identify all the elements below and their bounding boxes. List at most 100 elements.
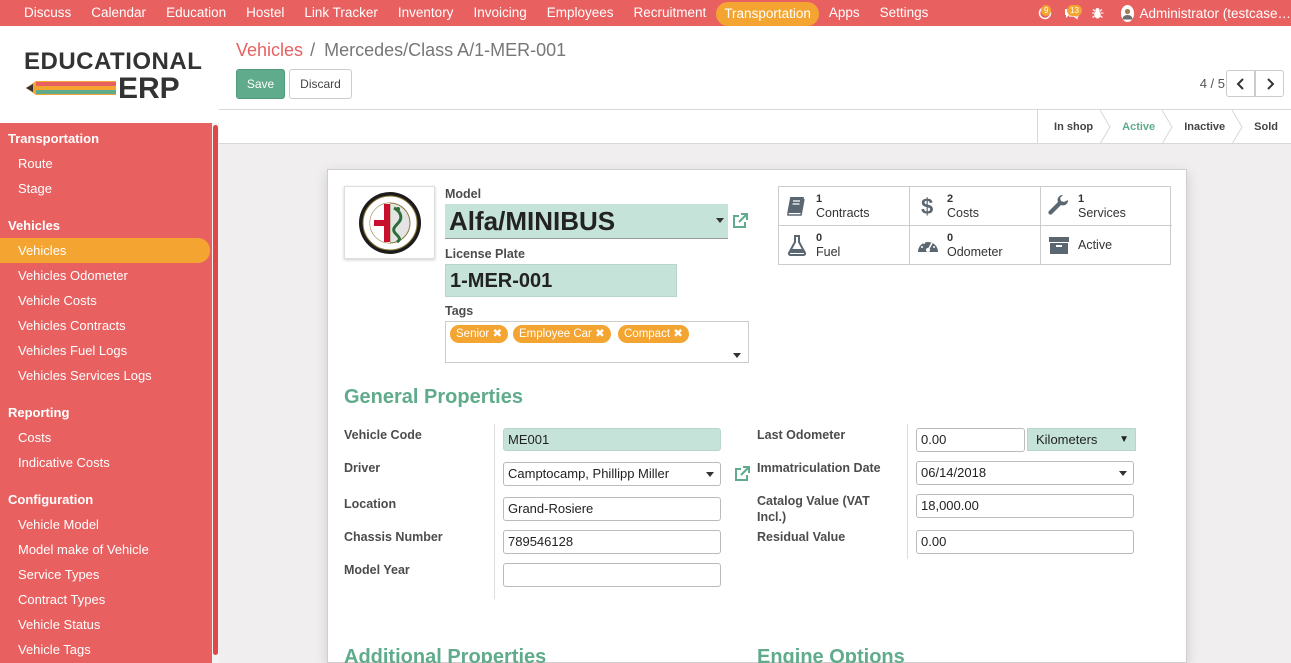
engine-options-title: Engine Options bbox=[757, 646, 905, 663]
archive-icon bbox=[1047, 233, 1071, 257]
tag-compact-label: Compact bbox=[624, 328, 671, 340]
sidebar-item-vehicles[interactable]: Vehicles bbox=[0, 238, 210, 263]
vehicle-image[interactable] bbox=[344, 186, 435, 259]
pager-next-button[interactable] bbox=[1255, 70, 1284, 97]
stage-active-label: Active bbox=[1122, 121, 1156, 133]
stage-in-shop[interactable]: In shop bbox=[1038, 110, 1111, 144]
services-button[interactable]: 1 Services bbox=[1041, 187, 1172, 226]
sidebar-item-stage[interactable]: Stage bbox=[0, 176, 212, 201]
sidebar-item-costs[interactable]: Costs bbox=[0, 425, 212, 450]
stage-sold-label: Sold bbox=[1254, 121, 1278, 133]
menu-settings[interactable]: Settings bbox=[870, 0, 939, 26]
menu-discuss[interactable]: Discuss bbox=[14, 0, 81, 26]
menu-link-tracker[interactable]: Link Tracker bbox=[294, 0, 388, 26]
menu-employees[interactable]: Employees bbox=[537, 0, 624, 26]
sidebar-item-route[interactable]: Route bbox=[0, 151, 212, 176]
external-link-icon bbox=[735, 466, 750, 481]
sidebar-item-vehicles-contracts[interactable]: Vehicles Contracts bbox=[0, 313, 212, 338]
logo[interactable]: EDUCATIONAL ERP bbox=[0, 26, 219, 123]
menu-apps[interactable]: Apps bbox=[819, 0, 870, 26]
activity-menu[interactable]: 9 bbox=[1033, 0, 1057, 26]
catalog-value-field[interactable]: 18,000.00 bbox=[916, 494, 1134, 518]
tag-employee-car[interactable]: Employee Car ✖ bbox=[513, 325, 611, 343]
menu-recruitment[interactable]: Recruitment bbox=[624, 0, 717, 26]
menu-invoicing[interactable]: Invoicing bbox=[463, 0, 536, 26]
discard-button[interactable]: Discard bbox=[289, 69, 352, 99]
driver-field[interactable]: Camptocamp, Phillipp Miller bbox=[503, 462, 721, 486]
sidebar-item-vehicle-tags[interactable]: Vehicle Tags bbox=[0, 637, 212, 662]
model-external-link[interactable] bbox=[730, 211, 750, 231]
contracts-label: Contracts bbox=[816, 206, 870, 220]
breadcrumb-vehicles[interactable]: Vehicles bbox=[236, 40, 303, 60]
residual-value-field[interactable]: 0.00 bbox=[916, 530, 1134, 554]
catalog-value-label-line2: Incl.) bbox=[757, 510, 787, 524]
driver-external-link[interactable] bbox=[732, 464, 752, 484]
close-icon[interactable]: ✖ bbox=[673, 328, 683, 340]
debug-menu[interactable] bbox=[1085, 0, 1109, 26]
tags-field[interactable]: Senior ✖ Employee Car ✖ Compact ✖ bbox=[445, 321, 749, 363]
menu-education[interactable]: Education bbox=[156, 0, 236, 26]
logo-line2: ERP bbox=[118, 72, 180, 105]
vehicle-code-field[interactable]: ME001 bbox=[503, 428, 721, 451]
contracts-button[interactable]: 1 Contracts bbox=[779, 187, 910, 226]
costs-button[interactable]: $ 2 Costs bbox=[910, 187, 1041, 226]
sidebar-item-service-types[interactable]: Service Types bbox=[0, 562, 212, 587]
save-button[interactable]: Save bbox=[236, 69, 285, 99]
chassis-number-field[interactable]: 789546128 bbox=[503, 530, 721, 554]
license-plate-label: License Plate bbox=[445, 247, 525, 261]
stage-in-shop-label: In shop bbox=[1054, 121, 1094, 133]
active-toggle-button[interactable]: Active bbox=[1041, 226, 1172, 265]
sidebar-scrollbar[interactable] bbox=[212, 123, 219, 663]
license-plate-field[interactable]: 1-MER-001 bbox=[445, 264, 677, 297]
logo-line1: EDUCATIONAL bbox=[24, 48, 202, 75]
sidebar-item-vehicles-odometer[interactable]: Vehicles Odometer bbox=[0, 263, 212, 288]
sidebar: Transportation Route Stage Vehicles Vehi… bbox=[0, 123, 219, 663]
messages-menu[interactable]: 13 bbox=[1059, 0, 1083, 26]
sidebar-item-vehicles-fuel-logs[interactable]: Vehicles Fuel Logs bbox=[0, 338, 212, 363]
pager-value[interactable]: 4 / 5 bbox=[1200, 76, 1225, 91]
immatriculation-date-field[interactable]: 06/14/2018 bbox=[916, 461, 1134, 485]
costs-label: Costs bbox=[947, 206, 979, 220]
tag-compact[interactable]: Compact ✖ bbox=[618, 325, 689, 343]
pager-previous-button[interactable] bbox=[1226, 70, 1255, 97]
user-menu[interactable]: Administrator (testcase… bbox=[1121, 4, 1291, 22]
last-odometer-field[interactable]: 0.00 bbox=[916, 428, 1025, 452]
close-icon[interactable]: ✖ bbox=[595, 328, 605, 340]
sidebar-item-model-make[interactable]: Model make of Vehicle bbox=[0, 537, 212, 562]
costs-count: 2 bbox=[947, 193, 954, 205]
sidebar-item-vehicle-model[interactable]: Vehicle Model bbox=[0, 512, 212, 537]
menu-calendar[interactable]: Calendar bbox=[81, 0, 156, 26]
stage-sold[interactable]: Sold bbox=[1238, 110, 1291, 144]
stage-inactive[interactable]: Inactive bbox=[1168, 110, 1243, 144]
chassis-number-label: Chassis Number bbox=[344, 530, 443, 544]
immatriculation-date-label: Immatriculation Date bbox=[757, 461, 881, 475]
menu-hostel[interactable]: Hostel bbox=[236, 0, 294, 26]
catalog-value-label: Catalog Value (VAT Incl.) bbox=[757, 493, 870, 525]
stage-active[interactable]: Active bbox=[1106, 110, 1173, 144]
flask-icon bbox=[785, 233, 809, 257]
odometer-unit-select[interactable]: Kilometers ▼ bbox=[1027, 428, 1136, 451]
sidebar-item-vehicle-status[interactable]: Vehicle Status bbox=[0, 612, 212, 637]
sidebar-item-contract-types[interactable]: Contract Types bbox=[0, 587, 212, 612]
close-icon[interactable]: ✖ bbox=[492, 328, 502, 340]
sidebar-item-indicative-costs[interactable]: Indicative Costs bbox=[0, 450, 212, 475]
odometer-count: 0 bbox=[947, 232, 954, 244]
odometer-button[interactable]: 0 Odometer bbox=[910, 226, 1041, 265]
location-field[interactable]: Grand-Rosiere bbox=[503, 497, 721, 521]
stage-inactive-label: Inactive bbox=[1184, 121, 1226, 133]
sidebar-section-vehicles: Vehicles bbox=[8, 218, 61, 233]
menu-transportation[interactable]: Transportation bbox=[716, 1, 819, 26]
tag-senior[interactable]: Senior ✖ bbox=[450, 325, 509, 343]
scrollbar-thumb[interactable] bbox=[213, 125, 218, 655]
alfa-romeo-badge-icon bbox=[358, 191, 421, 254]
model-field[interactable]: Alfa/MINIBUS bbox=[445, 204, 728, 239]
vehicle-code-label: Vehicle Code bbox=[344, 428, 422, 442]
systray: 9 13 Administrator (testcase… bbox=[1033, 0, 1291, 26]
message-count-badge: 13 bbox=[1067, 5, 1082, 16]
menu-inventory[interactable]: Inventory bbox=[388, 0, 464, 26]
model-year-field[interactable] bbox=[503, 563, 721, 587]
additional-properties-title: Additional Properties bbox=[344, 646, 547, 663]
sidebar-item-vehicle-costs[interactable]: Vehicle Costs bbox=[0, 288, 212, 313]
fuel-button[interactable]: 0 Fuel bbox=[779, 226, 910, 265]
sidebar-item-vehicles-services-logs[interactable]: Vehicles Services Logs bbox=[0, 363, 212, 388]
